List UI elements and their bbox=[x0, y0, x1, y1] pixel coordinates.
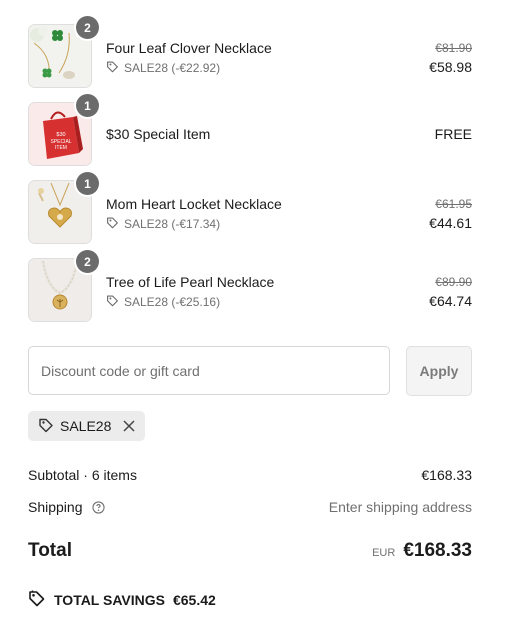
currency-code: EUR bbox=[372, 547, 396, 559]
item-price: €64.74 bbox=[429, 293, 472, 309]
item-discount: SALE28 (-€22.92) bbox=[106, 60, 220, 76]
item-name: $30 Special Item bbox=[106, 126, 211, 142]
quantity-badge: 2 bbox=[76, 16, 99, 39]
item-price: €44.61 bbox=[429, 215, 472, 231]
svg-text:ITEM: ITEM bbox=[55, 145, 67, 151]
subtotal-label: Subtotal · 6 items bbox=[28, 467, 137, 483]
item-discount: SALE28 (-€17.34) bbox=[106, 216, 220, 232]
bag-text: $30 bbox=[56, 132, 65, 138]
original-price: €81.90 bbox=[435, 41, 472, 55]
tag-icon bbox=[106, 294, 119, 310]
discount-code-input[interactable] bbox=[28, 346, 390, 395]
item-name: Tree of Life Pearl Necklace bbox=[106, 274, 275, 290]
remove-code-icon[interactable] bbox=[123, 420, 135, 432]
quantity-badge: 2 bbox=[76, 250, 99, 273]
savings-label: TOTAL SAVINGS bbox=[54, 591, 165, 608]
shipping-row: Shipping Enter shipping address bbox=[28, 499, 472, 517]
item-price: €58.98 bbox=[429, 59, 472, 75]
apply-button[interactable]: Apply bbox=[406, 346, 472, 396]
item-discount: SALE28 (-€25.16) bbox=[106, 294, 220, 310]
item-price: FREE bbox=[434, 126, 472, 142]
line-item: 2 Tree of Life Pearl Necklace SALE28 (-€… bbox=[28, 250, 472, 322]
total-amount: EUR €168.33 bbox=[372, 540, 472, 562]
savings-tag-icon bbox=[28, 589, 46, 610]
original-price: €61.95 bbox=[435, 197, 472, 211]
discount-text: SALE28 (-€17.34) bbox=[124, 217, 221, 231]
line-item: 2 Four Leaf Clover Necklace SALE28 (-€22… bbox=[28, 16, 472, 88]
tag-icon bbox=[106, 216, 119, 232]
quantity-badge: 1 bbox=[76, 94, 99, 117]
line-item: $30 SPECIAL ITEM 1 $30 Special Item FREE bbox=[28, 94, 472, 166]
total-value: €168.33 bbox=[403, 540, 472, 561]
applied-code-label: SALE28 bbox=[60, 418, 112, 434]
item-name: Mom Heart Locket Necklace bbox=[106, 196, 282, 212]
tag-icon bbox=[38, 417, 54, 436]
tag-icon bbox=[106, 60, 119, 76]
discount-text: SALE28 (-€22.92) bbox=[124, 61, 221, 75]
quantity-badge: 1 bbox=[76, 172, 99, 195]
savings-value: €65.42 bbox=[172, 591, 216, 608]
subtotal-row: Subtotal · 6 items €168.33 bbox=[28, 467, 472, 483]
item-name: Four Leaf Clover Necklace bbox=[106, 40, 272, 56]
applied-code-chip: SALE28 bbox=[28, 411, 146, 441]
shipping-value: Enter shipping address bbox=[328, 499, 472, 515]
total-label: Total bbox=[28, 540, 72, 561]
discount-text: SALE28 (-€25.16) bbox=[124, 295, 221, 309]
shipping-label: Shipping bbox=[28, 499, 83, 515]
subtotal-value: €168.33 bbox=[421, 467, 472, 483]
help-icon[interactable] bbox=[92, 501, 106, 517]
line-item: 1 Mom Heart Locket Necklace SALE28 (-€17… bbox=[28, 172, 472, 244]
original-price: €89.90 bbox=[435, 275, 472, 289]
total-savings: TOTAL SAVINGS €65.42 bbox=[28, 589, 216, 610]
